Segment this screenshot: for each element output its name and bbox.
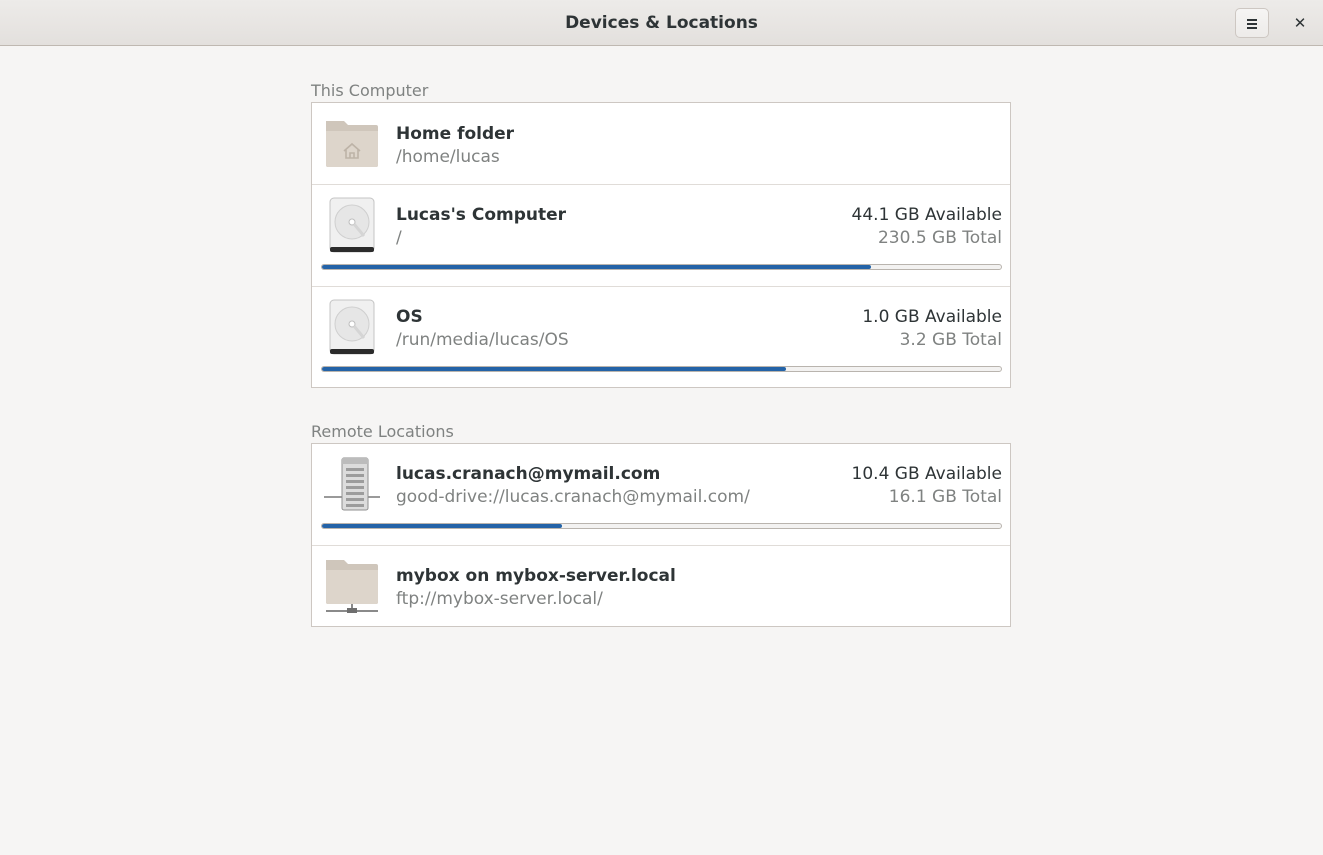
network-server-icon	[324, 457, 380, 511]
usage-bar-fill	[322, 367, 786, 371]
close-button[interactable]: ✕	[1285, 8, 1315, 38]
location-row-good-drive[interactable]: lucas.cranach@mymail.com good-drive://lu…	[312, 444, 1010, 546]
location-path: /home/lucas	[396, 147, 500, 167]
usage-bar	[321, 366, 1002, 372]
menu-button[interactable]	[1235, 8, 1269, 38]
location-row-home-folder[interactable]: Home folder /home/lucas	[312, 103, 1010, 185]
available-space: 10.4 GB Available	[851, 464, 1002, 484]
available-space: 1.0 GB Available	[862, 307, 1002, 327]
hard-drive-icon	[329, 299, 375, 355]
usage-bar-fill	[322, 524, 563, 528]
network-folder-icon	[326, 560, 378, 613]
location-row-lucas-computer[interactable]: Lucas's Computer / 44.1 GB Available 230…	[312, 185, 1010, 287]
usage-bar-fill	[322, 265, 872, 269]
location-name: mybox on mybox-server.local	[396, 566, 676, 586]
location-path: /	[396, 228, 402, 248]
location-name: Lucas's Computer	[396, 205, 567, 225]
section-label-remote-locations: Remote Locations	[311, 422, 454, 441]
location-name: OS	[396, 307, 423, 327]
window-title: Devices & Locations	[565, 13, 758, 33]
location-path: ftp://mybox-server.local/	[396, 589, 603, 609]
location-row-os[interactable]: OS /run/media/lucas/OS 1.0 GB Available …	[312, 287, 1010, 387]
hamburger-menu-icon	[1247, 18, 1257, 29]
local-locations-list: Home folder /home/lucas Lucas's Computer…	[311, 102, 1011, 388]
total-space: 230.5 GB Total	[877, 228, 1002, 248]
hard-drive-icon	[329, 197, 375, 253]
usage-bar	[321, 264, 1002, 270]
location-path: /run/media/lucas/OS	[396, 330, 569, 350]
usage-bar	[321, 523, 1002, 529]
close-icon: ✕	[1293, 14, 1307, 32]
location-row-mybox[interactable]: mybox on mybox-server.local ftp://mybox-…	[312, 546, 1010, 626]
remote-locations-list: lucas.cranach@mymail.com good-drive://lu…	[311, 443, 1011, 627]
section-label-this-computer: This Computer	[311, 81, 429, 100]
available-space: 44.1 GB Available	[851, 205, 1002, 225]
header-bar: Devices & Locations ✕	[0, 0, 1323, 46]
total-space: 3.2 GB Total	[899, 330, 1002, 350]
location-path: good-drive://lucas.cranach@mymail.com/	[396, 487, 750, 507]
home-folder-icon	[326, 121, 378, 167]
total-space: 16.1 GB Total	[888, 487, 1002, 507]
location-name: lucas.cranach@mymail.com	[396, 464, 661, 484]
location-name: Home folder	[396, 124, 515, 144]
